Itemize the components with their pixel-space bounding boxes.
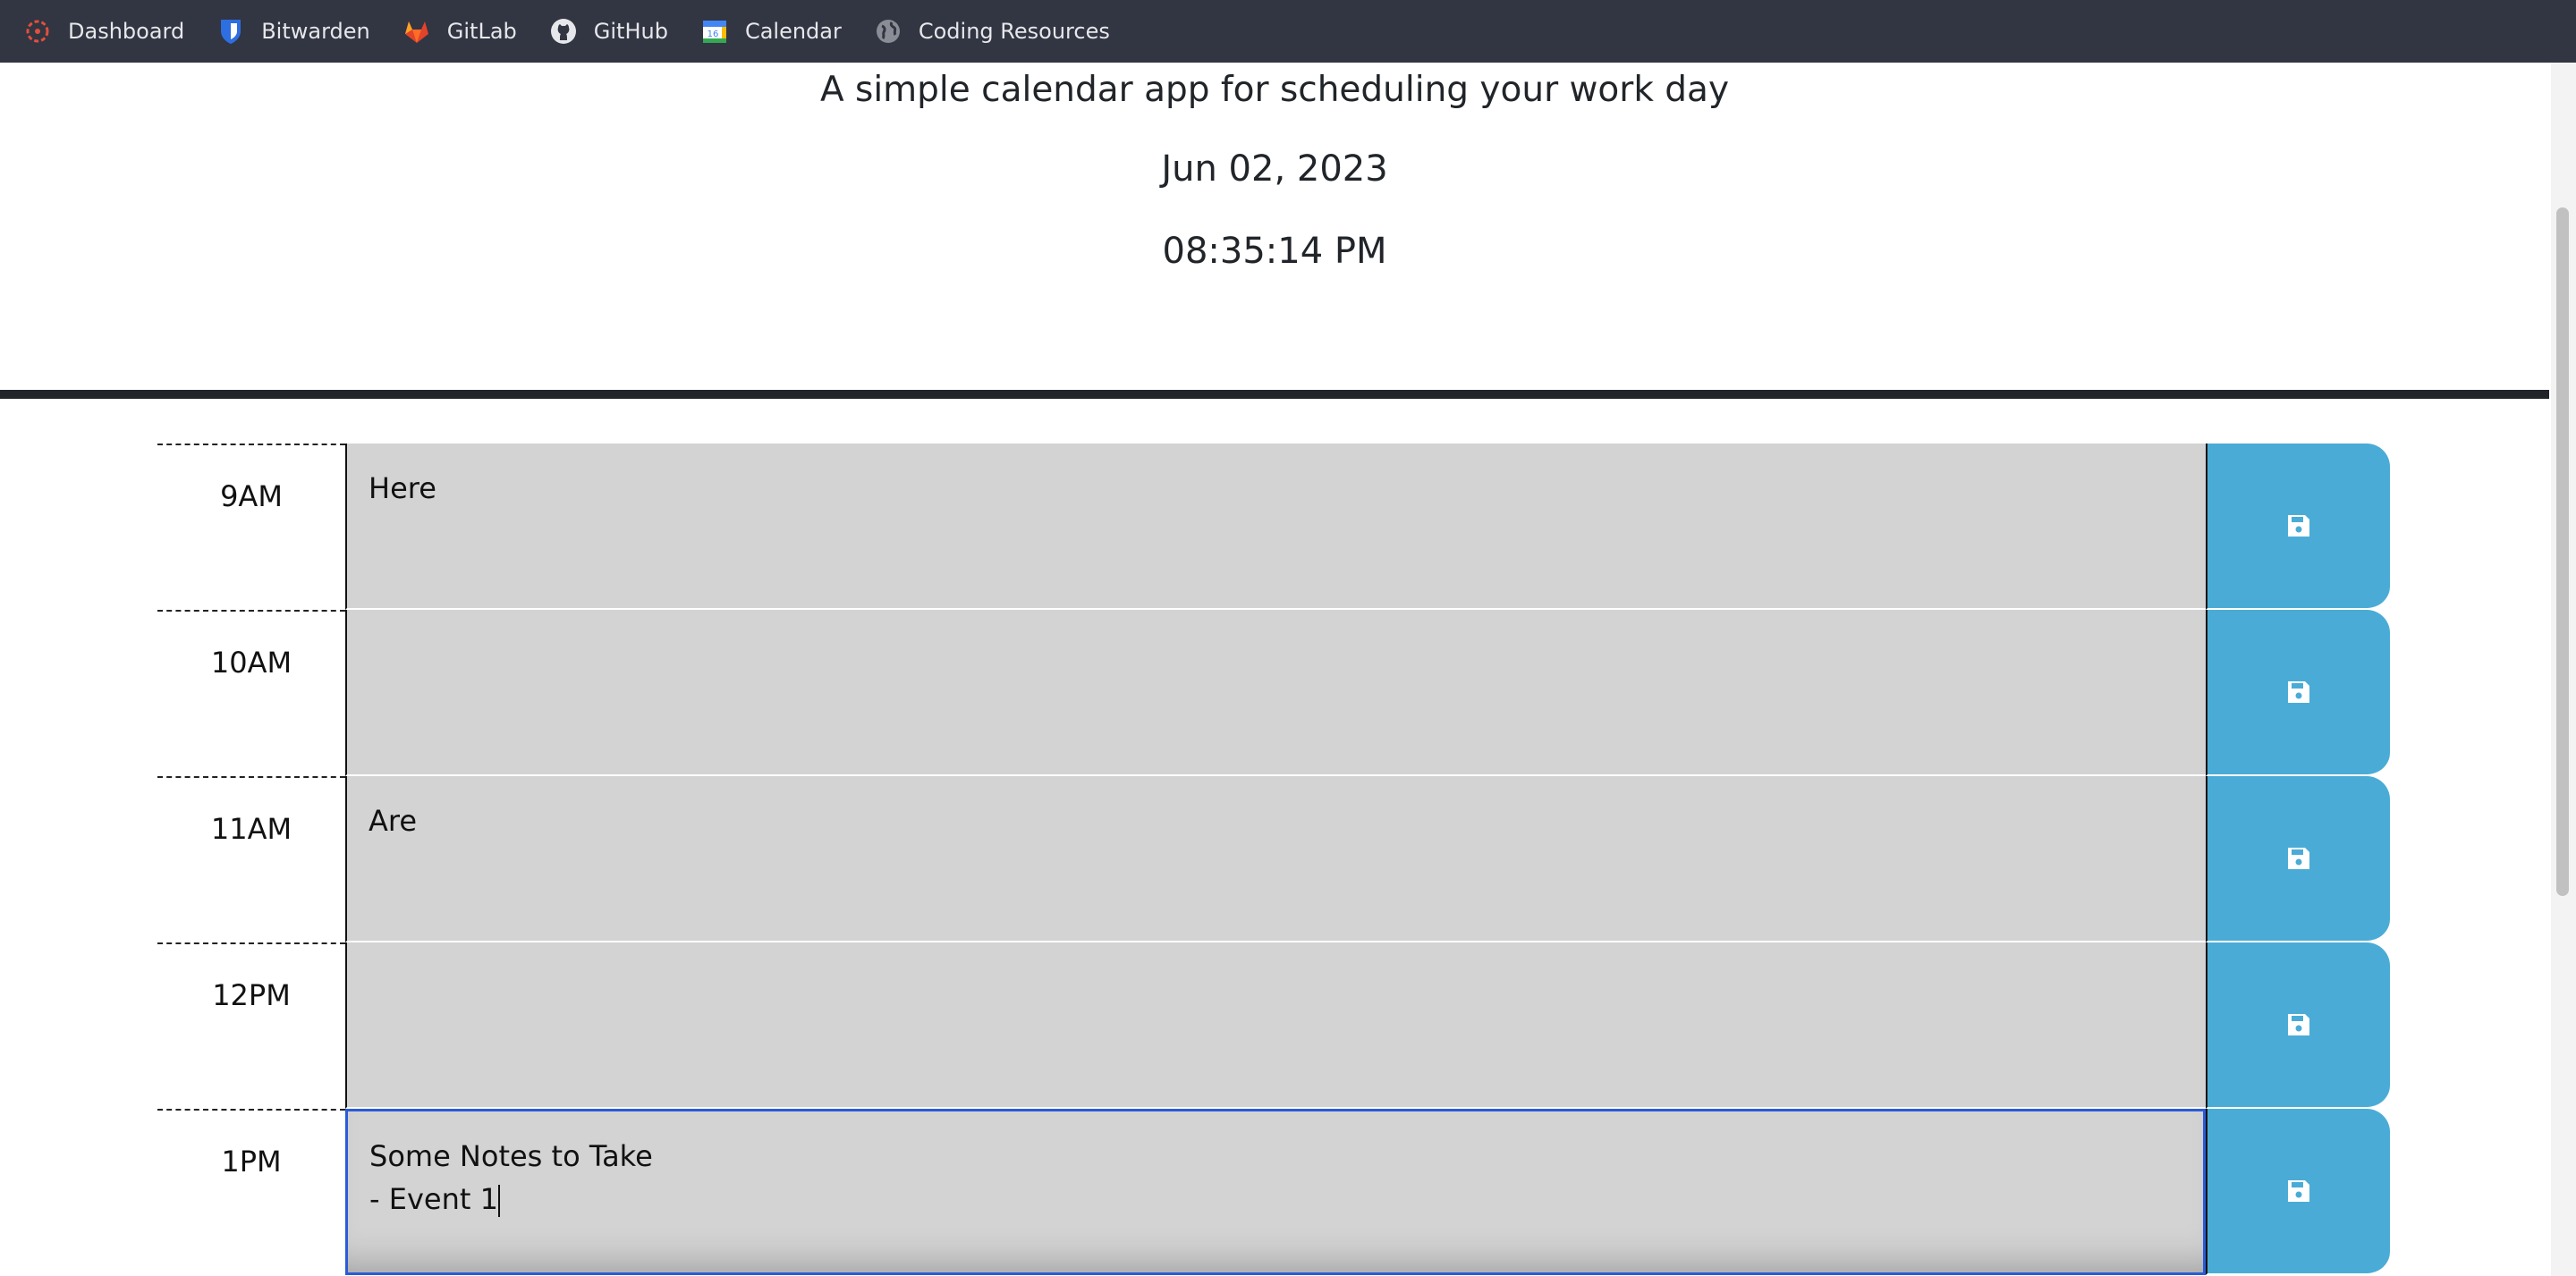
description-text: Some Notes to Take - Event 1 — [369, 1139, 653, 1216]
save-icon — [2288, 515, 2309, 537]
current-time: 08:35:14 PM — [1162, 231, 1387, 272]
gitlab-icon — [402, 17, 431, 46]
current-date: Jun 02, 2023 — [1161, 148, 1388, 190]
description-input[interactable]: Some Notes to Take - Event 1 — [345, 1109, 2206, 1275]
bookmark-dashboard[interactable]: Dashboard — [23, 17, 184, 46]
time-block-10am: 10AM — [157, 610, 2390, 776]
globe-icon — [874, 17, 902, 46]
hour-label: 12PM — [157, 942, 345, 1109]
bookmark-label: Coding Resources — [918, 19, 1110, 44]
time-block-1pm: 1PM Some Notes to Take - Event 1 — [157, 1109, 2390, 1275]
bookmark-calendar[interactable]: 16 Calendar — [700, 17, 842, 46]
header-divider — [0, 390, 2549, 399]
bookmark-label: GitLab — [446, 19, 517, 44]
hour-label: 11AM — [157, 776, 345, 942]
bookmark-gitlab[interactable]: GitLab — [402, 17, 517, 46]
hour-label: 10AM — [157, 610, 345, 776]
save-button[interactable] — [2206, 444, 2390, 610]
save-icon — [2288, 1180, 2309, 1202]
save-icon — [2288, 1014, 2309, 1035]
bookmark-label: GitHub — [593, 19, 668, 44]
bookmark-label: Calendar — [744, 19, 842, 44]
save-icon — [2288, 848, 2309, 869]
save-button[interactable] — [2206, 776, 2390, 942]
calendar-icon: 16 — [700, 17, 729, 46]
save-icon — [2288, 681, 2309, 703]
time-block-9am: 9AM Here — [157, 444, 2390, 610]
schedule: 9AM Here 10AM 11AM Are 12PM 1PM Some Not… — [157, 444, 2390, 1275]
page-header: A simple calendar app for scheduling you… — [0, 63, 2549, 399]
bookmark-bitwarden[interactable]: Bitwarden — [216, 17, 370, 46]
save-button[interactable] — [2206, 1109, 2390, 1275]
hour-label: 9AM — [157, 444, 345, 610]
bookmark-label: Dashboard — [68, 19, 185, 44]
bookmarks-bar: Dashboard Bitwarden GitLab GitHub 16 Cal… — [0, 0, 2576, 63]
bookmark-coding-resources[interactable]: Coding Resources — [874, 17, 1110, 46]
description-input[interactable] — [345, 942, 2206, 1109]
scrollbar-thumb[interactable] — [2556, 207, 2569, 896]
text-caret — [497, 1185, 500, 1217]
hour-label: 1PM — [157, 1109, 345, 1275]
time-block-12pm: 12PM — [157, 942, 2390, 1109]
description-input[interactable] — [345, 610, 2206, 776]
description-input[interactable]: Are — [345, 776, 2206, 942]
description-input[interactable]: Here — [345, 444, 2206, 610]
dashboard-icon — [23, 17, 52, 46]
bitwarden-icon — [216, 17, 245, 46]
bookmark-label: Bitwarden — [261, 19, 370, 44]
save-button[interactable] — [2206, 942, 2390, 1109]
save-button[interactable] — [2206, 610, 2390, 776]
svg-text:16: 16 — [708, 30, 719, 39]
lead-text: A simple calendar app for scheduling you… — [819, 70, 1730, 110]
time-block-11am: 11AM Are — [157, 776, 2390, 942]
github-icon — [549, 17, 578, 46]
bookmark-github[interactable]: GitHub — [549, 17, 668, 46]
